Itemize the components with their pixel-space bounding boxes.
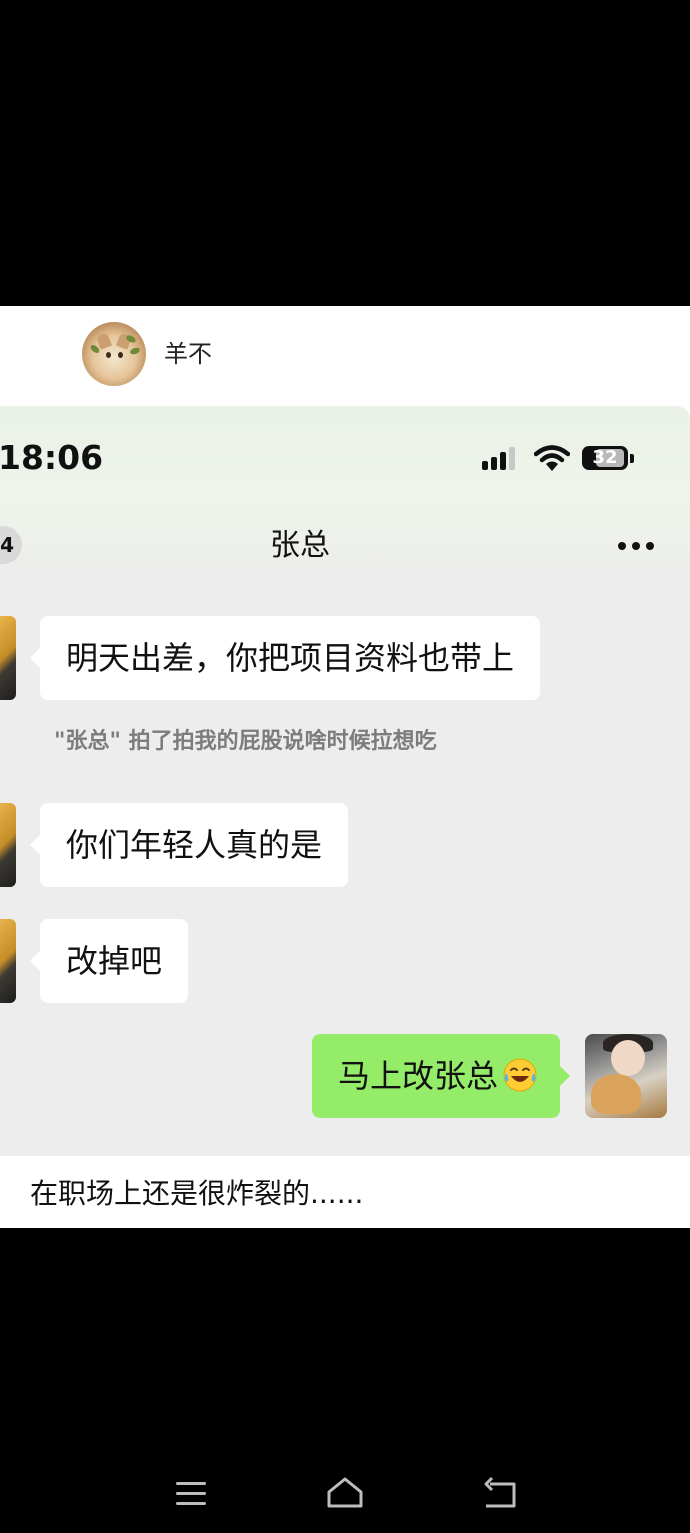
back-icon[interactable] (482, 1474, 518, 1512)
chat-title: 张总 (270, 528, 330, 563)
post-header: 羊不 (0, 306, 690, 402)
message-bubble[interactable]: 明天出差，你把项目资料也带上 (29, 616, 541, 700)
post-username[interactable]: 羊不 (164, 338, 212, 370)
phone-screen: 羊不 18:06 32 4 张总 明天出差，你把项目资料也带上 "张总" 拍了拍… (0, 0, 690, 1533)
sender-avatar[interactable] (0, 919, 16, 1003)
my-avatar[interactable] (585, 1034, 667, 1118)
message-bubble[interactable]: 你们年轻人真的是 (29, 803, 349, 887)
laughing-crying-emoji (503, 1058, 537, 1092)
battery-tip (630, 454, 634, 463)
more-dots-icon[interactable] (614, 536, 658, 556)
sender-avatar[interactable] (0, 803, 16, 887)
wifi-icon (534, 445, 570, 471)
message-bubble[interactable]: 改掉吧 (29, 919, 189, 1003)
battery-level: 32 (592, 447, 618, 468)
post-caption: 在职场上还是很炸裂的...... (30, 1177, 364, 1210)
chat-screenshot: 18:06 32 4 张总 明天出差，你把项目资料也带上 "张总" 拍了拍我的屁… (0, 406, 690, 1156)
menu-icon[interactable] (176, 1474, 208, 1512)
sender-avatar[interactable] (0, 616, 16, 700)
my-message-text: 马上改张总 (337, 1057, 498, 1095)
pat-notice: "张总" 拍了拍我的屁股说啥时候拉想吃 (54, 729, 437, 754)
user-avatar[interactable] (82, 322, 146, 386)
home-icon[interactable] (326, 1474, 364, 1512)
status-time: 18:06 (0, 438, 104, 477)
battery-icon: 32 (582, 446, 628, 470)
post-card: 羊不 18:06 32 4 张总 明天出差，你把项目资料也带上 "张总" 拍了拍… (0, 306, 690, 1228)
cellular-signal-icon (482, 446, 522, 470)
my-message-bubble[interactable]: 马上改张总 (311, 1034, 571, 1118)
